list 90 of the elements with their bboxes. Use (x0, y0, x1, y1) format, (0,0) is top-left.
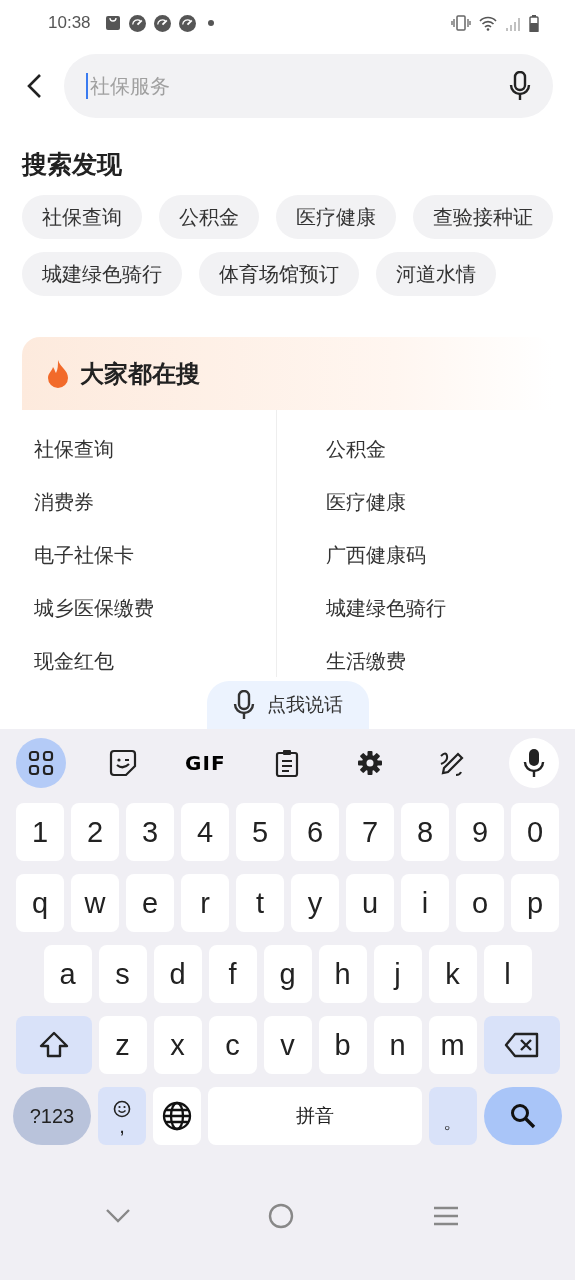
trending-item[interactable]: 医疗健康 (325, 487, 406, 518)
key[interactable]: k (428, 945, 477, 1003)
trending-item[interactable]: 公积金 (325, 434, 386, 465)
trending-item[interactable]: 电子社保卡 (34, 540, 134, 571)
trending-item[interactable]: 生活缴费 (325, 646, 406, 677)
trending-item[interactable]: 现金红包 (34, 646, 114, 677)
shift-key[interactable] (15, 1016, 92, 1074)
key[interactable]: t (236, 874, 284, 932)
wifi-icon (479, 15, 497, 31)
key[interactable]: 6 (291, 803, 339, 861)
period-key[interactable]: 。 (429, 1087, 477, 1145)
space-key[interactable]: 拼音 (208, 1087, 422, 1145)
microphone-icon (232, 690, 255, 720)
key[interactable]: u (346, 874, 394, 932)
search-key[interactable] (484, 1087, 562, 1145)
key[interactable]: o (456, 874, 504, 932)
backspace-key[interactable] (483, 1016, 560, 1074)
key[interactable]: w (71, 874, 119, 932)
key[interactable]: s (98, 945, 147, 1003)
key[interactable]: a (43, 945, 92, 1003)
gauge-icon (178, 14, 196, 32)
globe-icon (162, 1101, 192, 1131)
key[interactable]: j (373, 945, 422, 1003)
signal-icon (505, 15, 521, 31)
collapse-icon[interactable] (104, 1208, 131, 1224)
gauge-icon (128, 14, 146, 32)
trending-item[interactable]: 城建绿色骑行 (325, 593, 446, 624)
symbols-key[interactable]: ?123 (13, 1087, 91, 1145)
shift-arrow-icon (38, 1031, 69, 1059)
key[interactable]: 1 (16, 803, 64, 861)
search-chip[interactable]: 社保查询 (22, 195, 142, 239)
search-input[interactable]: 社保服务 (86, 73, 509, 99)
key[interactable]: i (401, 874, 449, 932)
section-title: 搜索发现 (22, 149, 123, 181)
flame-icon (46, 358, 70, 389)
search-chip[interactable]: 查验接种证 (413, 195, 553, 239)
key[interactable]: 7 (346, 803, 394, 861)
key[interactable]: 9 (456, 803, 504, 861)
gauge-icon (153, 14, 171, 32)
key[interactable]: q (16, 874, 64, 932)
emoji-comma-key[interactable]: , (98, 1087, 146, 1145)
vibrate-icon (451, 15, 471, 31)
key[interactable]: z (98, 1016, 147, 1074)
search-chip[interactable]: 体育场馆预订 (199, 252, 359, 296)
key[interactable]: p (511, 874, 559, 932)
menu-icon[interactable] (432, 1205, 461, 1227)
status-time: 10:38 (48, 13, 91, 33)
key[interactable]: d (153, 945, 202, 1003)
smiley-icon (113, 1100, 131, 1118)
key[interactable]: 5 (236, 803, 284, 861)
gif-button[interactable]: GIF (180, 738, 231, 788)
mic-icon[interactable] (508, 738, 559, 788)
key[interactable]: 0 (511, 803, 559, 861)
key[interactable]: n (373, 1016, 422, 1074)
trending-item[interactable]: 广西健康码 (325, 540, 426, 571)
key[interactable]: l (483, 945, 532, 1003)
microphone-icon[interactable] (509, 71, 531, 101)
search-icon (509, 1102, 537, 1130)
search-chip[interactable]: 公积金 (159, 195, 259, 239)
backspace-icon (503, 1032, 540, 1058)
key[interactable]: 3 (126, 803, 174, 861)
key[interactable]: e (126, 874, 174, 932)
bag-icon (104, 15, 121, 31)
trending-item[interactable]: 消费券 (34, 487, 94, 518)
key[interactable]: v (263, 1016, 312, 1074)
trending-title: 大家都在搜 (80, 358, 200, 390)
key[interactable]: h (318, 945, 367, 1003)
key[interactable]: 4 (181, 803, 229, 861)
key[interactable]: f (208, 945, 257, 1003)
search-bar[interactable]: 社保服务 (64, 54, 553, 118)
key[interactable]: g (263, 945, 312, 1003)
key[interactable]: r (181, 874, 229, 932)
battery-icon (529, 14, 539, 32)
key[interactable]: x (153, 1016, 202, 1074)
key[interactable]: b (318, 1016, 367, 1074)
voice-input-button[interactable]: 点我说话 (206, 681, 369, 729)
key[interactable]: y (291, 874, 339, 932)
home-icon[interactable] (268, 1203, 295, 1229)
trending-item[interactable]: 城乡医保缴费 (34, 593, 154, 624)
globe-key[interactable] (153, 1087, 201, 1145)
trending-item[interactable]: 社保查询 (34, 434, 114, 465)
search-chip[interactable]: 河道水情 (376, 252, 496, 296)
key[interactable]: c (208, 1016, 257, 1074)
dot-icon (207, 20, 214, 26)
key[interactable]: 2 (71, 803, 119, 861)
search-chip[interactable]: 城建绿色骑行 (22, 252, 182, 296)
key[interactable]: 8 (401, 803, 449, 861)
apps-icon[interactable] (16, 738, 66, 788)
key[interactable]: m (428, 1016, 477, 1074)
search-chip[interactable]: 医疗健康 (276, 195, 396, 239)
